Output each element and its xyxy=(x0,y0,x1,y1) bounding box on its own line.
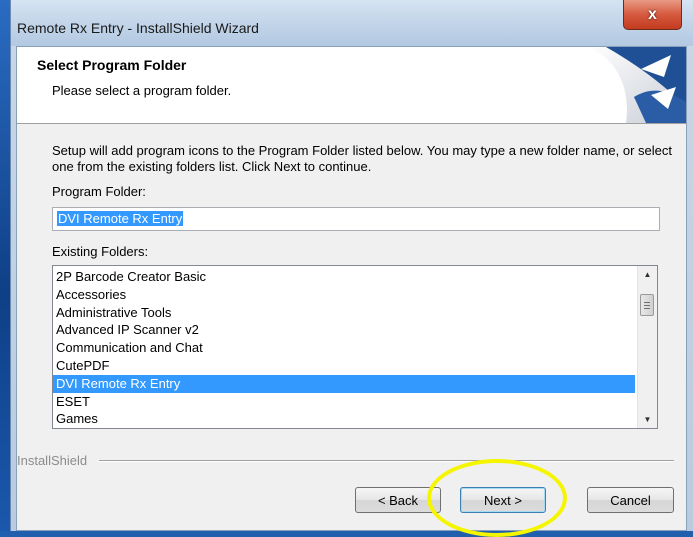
folder-list-item[interactable]: ESET xyxy=(53,393,635,411)
folder-list-item[interactable]: Accessories xyxy=(53,286,635,304)
folder-list-item[interactable]: CutePDF xyxy=(53,357,635,375)
program-folder-input[interactable]: DVI Remote Rx Entry xyxy=(52,207,660,231)
installshield-logo-icon xyxy=(546,47,686,123)
wizard-header: Select Program Folder Please select a pr… xyxy=(17,47,686,124)
installer-window: Remote Rx Entry - InstallShield Wizard x… xyxy=(10,0,693,537)
folder-list-item[interactable]: Administrative Tools xyxy=(53,304,635,322)
installshield-brand: InstallShield xyxy=(17,453,93,468)
title-bar[interactable]: Remote Rx Entry - InstallShield Wizard x xyxy=(11,0,693,46)
folder-list-item[interactable]: DVI Remote Rx Entry xyxy=(53,374,635,393)
folder-list-item[interactable]: Games xyxy=(53,410,635,428)
existing-folders-label: Existing Folders: xyxy=(52,244,149,259)
folder-items: 2P Barcode Creator Basic Accessories Admin… xyxy=(53,268,635,428)
program-folder-label: Program Folder: xyxy=(52,184,146,199)
folder-list-item[interactable]: Communication and Chat xyxy=(53,339,635,357)
window-title: Remote Rx Entry - InstallShield Wizard xyxy=(17,20,259,36)
scroll-up-arrow-icon[interactable]: ▲ xyxy=(638,266,657,283)
cancel-button[interactable]: Cancel xyxy=(587,487,674,513)
scroll-down-arrow-icon[interactable]: ▼ xyxy=(638,411,657,428)
page-subtitle: Please select a program folder. xyxy=(52,83,232,98)
folder-list-item[interactable]: 2P Barcode Creator Basic xyxy=(53,268,635,286)
close-icon: x xyxy=(648,5,657,23)
folder-list-item[interactable]: Advanced IP Scanner v2 xyxy=(53,321,635,339)
close-button[interactable]: x xyxy=(623,0,682,30)
footer-divider xyxy=(99,460,674,462)
existing-folders-list[interactable]: 2P Barcode Creator Basic Accessories Admin… xyxy=(52,265,658,429)
next-button[interactable]: Next > xyxy=(460,487,546,513)
scroll-thumb[interactable] xyxy=(640,294,654,316)
program-folder-value: DVI Remote Rx Entry xyxy=(57,211,184,226)
page-title: Select Program Folder xyxy=(37,57,187,73)
wizard-client-area: Select Program Folder Please select a pr… xyxy=(16,46,687,537)
instructions-text: Setup will add program icons to the Prog… xyxy=(52,143,672,174)
back-button[interactable]: < Back xyxy=(355,487,441,513)
desktop-background xyxy=(0,0,10,531)
list-scrollbar[interactable]: ▲ ▼ xyxy=(637,266,657,428)
